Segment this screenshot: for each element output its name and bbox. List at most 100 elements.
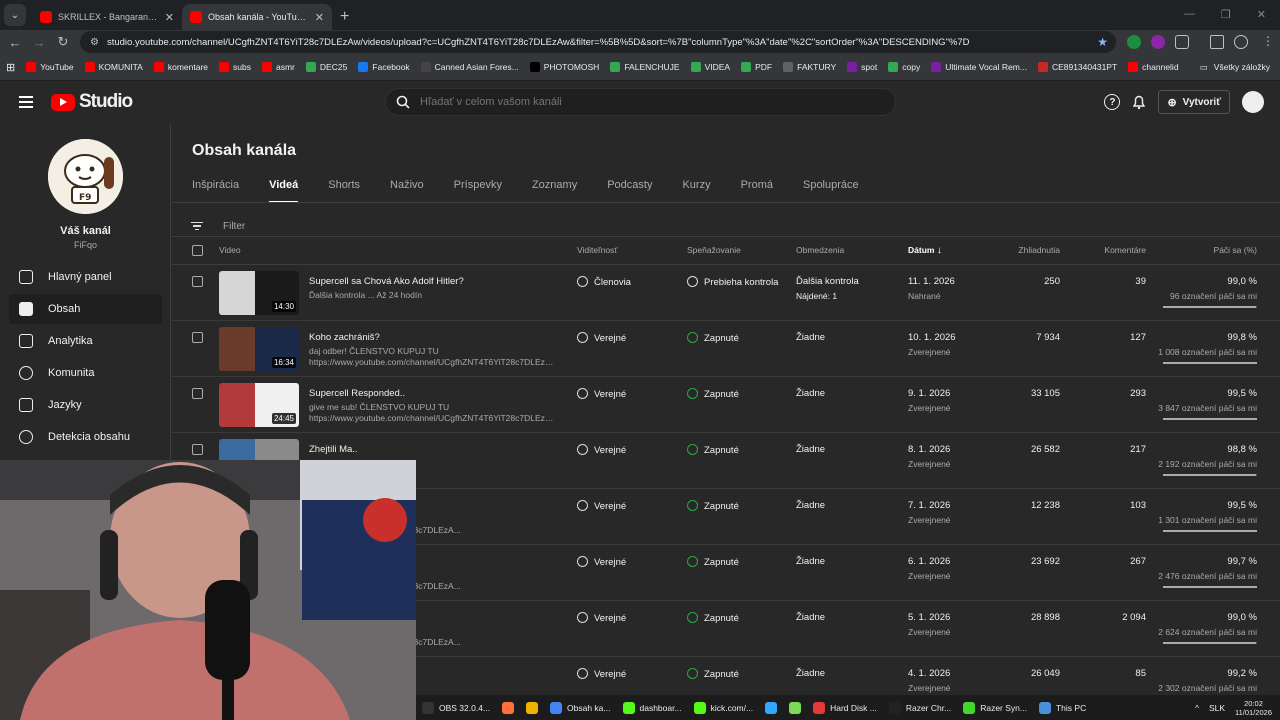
tab-5[interactable]: Zoznamy	[532, 179, 577, 203]
tab-2[interactable]: Shorts	[328, 179, 360, 203]
taskbar-item[interactable]: This PC	[1033, 695, 1092, 720]
comments-cell[interactable]: 217	[1087, 444, 1146, 455]
tab-8[interactable]: Promá	[741, 179, 773, 203]
comments-cell[interactable]: 103	[1087, 500, 1146, 511]
visibility-cell[interactable]: Verejné	[577, 556, 626, 568]
col-likes[interactable]: Páči sa (%)	[1157, 245, 1257, 255]
restrictions-cell[interactable]: Žiadne	[796, 668, 825, 679]
taskbar-item[interactable]: Razer Syn...	[957, 695, 1033, 720]
monetization-cell[interactable]: Zapnuté	[687, 332, 739, 344]
monetization-cell[interactable]: Zapnuté	[687, 444, 739, 456]
browser-menu-icon[interactable]: ⋮	[1262, 34, 1274, 48]
restrictions-cell[interactable]: Žiadne	[796, 332, 825, 343]
extension-icon[interactable]	[1151, 35, 1165, 49]
col-date[interactable]: Dátum ↓	[908, 245, 942, 256]
bookmark-item[interactable]: Ultimate Vocal Rem...	[931, 62, 1027, 72]
visibility-cell[interactable]: Verejné	[577, 444, 626, 456]
monetization-cell[interactable]: Zapnuté	[687, 500, 739, 512]
sidebar-item-content-detection[interactable]: Detekcia obsahu	[9, 422, 162, 452]
omnibox[interactable]: ⚙ studio.youtube.com/channel/UCgfhZNT4T6…	[80, 31, 1116, 53]
restrictions-cell[interactable]: Žiadne	[796, 444, 825, 455]
bookmark-item[interactable]: Facebook	[358, 62, 410, 72]
bookmark-item[interactable]: FALENCHUJE	[610, 62, 680, 72]
video-row[interactable]: 16:34 Koho zachrániš? daj odber! ČLENSTVO …	[172, 321, 1280, 377]
bookmark-item[interactable]: komentare	[153, 62, 208, 72]
monetization-cell[interactable]: Prebieha kontrola	[687, 276, 778, 288]
sidebar-item-content[interactable]: Obsah	[9, 294, 162, 324]
search-input[interactable]	[420, 96, 840, 108]
reading-list-icon[interactable]	[1210, 35, 1224, 49]
taskbar-item[interactable]	[496, 695, 520, 720]
restore-icon[interactable]: ❐	[1221, 8, 1231, 21]
bookmark-item[interactable]: asmr	[262, 62, 295, 72]
taskbar-item[interactable]: dashboar...	[617, 695, 688, 720]
hamburger-menu-icon[interactable]	[19, 96, 33, 108]
studio-logo[interactable]: Studio	[51, 91, 133, 113]
monetization-cell[interactable]: Zapnuté	[687, 612, 739, 624]
filter-placeholder[interactable]: Filter	[223, 221, 245, 232]
video-thumbnail[interactable]: 24:45	[219, 383, 299, 427]
bookmark-item[interactable]: VIDEA	[690, 62, 730, 72]
bookmark-item[interactable]: channelid	[1128, 62, 1179, 72]
reload-icon[interactable]: ↻	[51, 34, 75, 50]
tab-3[interactable]: Naživo	[390, 179, 424, 203]
tray-chevron-icon[interactable]: ^	[1195, 703, 1199, 713]
comments-cell[interactable]: 85	[1087, 668, 1146, 679]
tab-9[interactable]: Spolupráce	[803, 179, 859, 203]
visibility-cell[interactable]: Členovia	[577, 276, 631, 288]
video-thumbnail[interactable]: 14:30	[219, 271, 299, 315]
visibility-cell[interactable]: Verejné	[577, 500, 626, 512]
monetization-cell[interactable]: Zapnuté	[687, 668, 739, 680]
row-checkbox[interactable]	[192, 332, 203, 343]
visibility-cell[interactable]: Verejné	[577, 332, 626, 344]
restrictions-cell[interactable]: Žiadne	[796, 612, 825, 623]
video-thumbnail[interactable]: 16:34	[219, 327, 299, 371]
col-monetization[interactable]: Speňažovanie	[687, 245, 741, 255]
taskbar-item[interactable]: Hard Disk ...	[807, 695, 883, 720]
restrictions-cell[interactable]: Žiadne	[796, 388, 825, 399]
create-button[interactable]: ⊕ Vytvoriť	[1158, 90, 1230, 114]
extensions-puzzle-icon[interactable]	[1175, 35, 1189, 49]
video-title[interactable]: Zhejtili Ma..	[309, 444, 358, 455]
notifications-bell-icon[interactable]	[1132, 94, 1146, 110]
restrictions-cell[interactable]: Ďalšia kontrola Nájdené: 1	[796, 276, 859, 301]
language-indicator[interactable]: SLK	[1209, 703, 1225, 713]
video-title[interactable]: Supercell Responded..	[309, 388, 405, 399]
bookmark-star-icon[interactable]: ★	[1097, 35, 1108, 49]
comments-cell[interactable]: 2 094	[1087, 612, 1146, 623]
taskbar-item[interactable]	[783, 695, 807, 720]
restrictions-cell[interactable]: Žiadne	[796, 500, 825, 511]
comments-cell[interactable]: 127	[1087, 332, 1146, 343]
comments-cell[interactable]: 293	[1087, 388, 1146, 399]
bookmark-item[interactable]: CE891340431PT	[1037, 62, 1117, 72]
back-icon[interactable]: ←	[3, 35, 27, 50]
bookmark-item[interactable]: KOMUNITA	[84, 62, 143, 72]
col-comments[interactable]: Komentáre	[1087, 245, 1146, 255]
sidebar-item-community[interactable]: Komunita	[9, 358, 162, 388]
bookmark-item[interactable]: Canned Asian Fores...	[420, 62, 519, 72]
minimize-icon[interactable]: —	[1184, 8, 1195, 21]
col-visibility[interactable]: Viditeľnosť	[577, 245, 617, 255]
monetization-cell[interactable]: Zapnuté	[687, 388, 739, 400]
bookmark-item[interactable]: YouTube	[26, 62, 74, 72]
monetization-cell[interactable]: Zapnuté	[687, 556, 739, 568]
col-restrictions[interactable]: Obmedzenia	[796, 245, 844, 255]
bookmark-item[interactable]: FAKTURY	[783, 62, 836, 72]
account-avatar[interactable]	[1242, 91, 1264, 113]
browser-tab-1[interactable]: Obsah kanála - YouTube Studio ✕	[182, 4, 332, 30]
filter-icon[interactable]	[191, 221, 203, 231]
bookmark-item[interactable]: subs	[219, 62, 251, 72]
video-row[interactable]: 24:45 Supercell Responded.. give me sub! Č…	[172, 377, 1280, 433]
row-checkbox[interactable]	[192, 276, 203, 287]
browser-tab-0[interactable]: SKRILLEX - Bangarang feat. Sir ✕	[32, 4, 182, 30]
video-title[interactable]: Supercell sa Chová Ako Adolf Hitler?	[309, 276, 464, 287]
bookmark-item[interactable]: DEC25	[305, 62, 347, 72]
row-checkbox[interactable]	[192, 444, 203, 455]
comments-cell[interactable]: 267	[1087, 556, 1146, 567]
url-text[interactable]: studio.youtube.com/channel/UCgfhZNT4T6Yi…	[107, 37, 970, 48]
tab-1[interactable]: Videá	[269, 179, 299, 203]
taskbar-item[interactable]: OBS 32.0.4...	[416, 695, 496, 720]
restrictions-cell[interactable]: Žiadne	[796, 556, 825, 567]
comments-cell[interactable]: 39	[1087, 276, 1146, 287]
profile-icon[interactable]	[1234, 35, 1248, 49]
